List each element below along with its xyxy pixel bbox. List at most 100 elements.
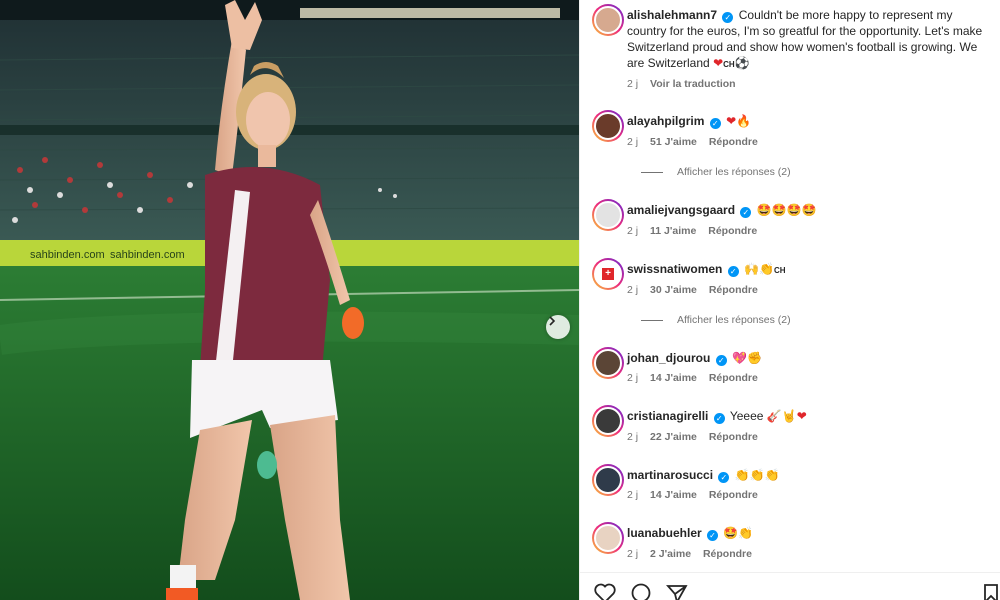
comment-meta: 2 j 22 J'aime Répondre: [627, 431, 767, 443]
reply-button[interactable]: Répondre: [709, 284, 758, 296]
avatar[interactable]: +: [592, 258, 624, 290]
comment-age: 2 j: [627, 372, 639, 384]
comment-body: martinarosucci ✓ 👏👏👏: [627, 467, 780, 483]
comment-age: 2 j: [627, 284, 639, 296]
comment-username[interactable]: swissnatiwomen: [627, 262, 722, 276]
caption-flag: CH: [723, 60, 735, 69]
comment-username[interactable]: amaliejvangsgaard: [627, 203, 735, 217]
verified-badge-icon: ✓: [715, 355, 727, 366]
divider: [641, 319, 663, 321]
like-heart-icon[interactable]: [594, 583, 616, 600]
show-replies-label: Afficher les réponses (2): [677, 314, 791, 326]
avatar[interactable]: [592, 110, 624, 142]
caption-age: 2 j: [627, 78, 639, 90]
heart-red-icon: ❤: [726, 114, 737, 128]
verified-badge-icon: ✓: [722, 12, 734, 23]
heart-red-icon: ❤: [713, 56, 724, 70]
comment-body: swissnatiwomen ✓ 🙌👏CH: [627, 261, 786, 279]
reply-button[interactable]: Répondre: [709, 431, 758, 443]
comment-icon[interactable]: [630, 583, 652, 600]
comment-age: 2 j: [627, 225, 639, 237]
comment-username[interactable]: martinarosucci: [627, 468, 713, 482]
comment-meta: 2 j 51 J'aime Répondre: [627, 136, 767, 148]
comment-age: 2 j: [627, 548, 639, 560]
comment-username[interactable]: johan_djourou: [627, 351, 710, 365]
verified-badge-icon: ✓: [740, 207, 752, 218]
avatar[interactable]: [592, 199, 624, 231]
comment-likes[interactable]: 11 J'aime: [650, 225, 696, 237]
hand-icon: ✊: [746, 351, 762, 365]
comment-body: alayahpilgrim ✓ ❤🔥: [627, 113, 751, 129]
hands-raised-icon: 🙌: [744, 262, 760, 276]
comment-username[interactable]: cristianagirelli: [627, 409, 708, 423]
post-actions: [580, 572, 1000, 600]
share-icon[interactable]: [666, 583, 688, 600]
comment-body: amaliejvangsgaard ✓ 🤩🤩🤩🤩: [627, 202, 817, 218]
clap-icon: 👏: [738, 526, 754, 540]
star-eyes-icon: 🤩: [723, 526, 739, 540]
banner-text: sahbinden.com: [30, 249, 105, 261]
caption-username[interactable]: alishalehmann7: [627, 8, 717, 22]
comment-text: Yeeee: [729, 409, 764, 423]
comment-meta: 2 j 2 J'aime Répondre: [627, 548, 761, 560]
stadium-scene: sahbinden.com sahbinden.com: [0, 0, 579, 600]
reply-button[interactable]: Répondre: [709, 136, 758, 148]
comment-body: johan_djourou ✓ 💖✊: [627, 350, 762, 366]
verified-badge-icon: ✓: [709, 118, 721, 129]
sparkle-heart-icon: 💖: [732, 351, 747, 365]
guitar-icon: 🎸: [766, 409, 782, 423]
bookmark-icon[interactable]: [982, 583, 1000, 600]
post-caption: alishalehmann7 ✓ Couldn't be more happy …: [627, 7, 987, 73]
reply-button[interactable]: Répondre: [703, 548, 752, 560]
swiss-cross-icon: +: [602, 268, 614, 280]
avatar[interactable]: [592, 464, 624, 496]
reply-button[interactable]: Répondre: [709, 372, 758, 384]
comment-age: 2 j: [627, 136, 639, 148]
comment-meta: 2 j 11 J'aime Répondre: [627, 225, 766, 237]
show-replies-button[interactable]: Afficher les réponses (2): [641, 314, 791, 326]
translate-link[interactable]: Voir la traduction: [650, 78, 736, 90]
comment-likes[interactable]: 2 J'aime: [650, 548, 691, 560]
comment-username[interactable]: alayahpilgrim: [627, 114, 704, 128]
comment-body: luanabuehler ✓ 🤩👏: [627, 525, 753, 541]
clap-icon: 👏👏👏: [734, 468, 780, 482]
divider: [641, 171, 663, 173]
comment-likes[interactable]: 14 J'aime: [650, 489, 697, 501]
comment-thread: alishalehmann7 ✓ Couldn't be more happy …: [580, 0, 1000, 572]
star-eyes-icon: 🤩🤩🤩🤩: [756, 203, 817, 217]
fire-icon: 🔥: [736, 114, 752, 128]
comment-meta: 2 j 30 J'aime Répondre: [627, 284, 767, 296]
verified-badge-icon: ✓: [707, 530, 719, 541]
verified-badge-icon: ✓: [718, 472, 730, 483]
comment-meta: 2 j 14 J'aime Répondre: [627, 372, 767, 384]
clap-icon: 👏: [759, 262, 774, 276]
avatar[interactable]: [592, 4, 624, 36]
verified-badge-icon: ✓: [713, 413, 725, 424]
heart-red-icon: ❤: [796, 409, 807, 423]
comments-panel: alishalehmann7 ✓ Couldn't be more happy …: [579, 0, 1000, 600]
avatar[interactable]: [592, 405, 624, 437]
comment-username[interactable]: luanabuehler: [627, 526, 702, 540]
next-photo-button[interactable]: [546, 315, 570, 339]
reply-button[interactable]: Répondre: [708, 225, 757, 237]
comment-age: 2 j: [627, 489, 639, 501]
comment-body: cristianagirelli ✓ Yeeee 🎸🤘❤: [627, 408, 807, 424]
comment-likes[interactable]: 51 J'aime: [650, 136, 697, 148]
soccer-ball-icon: ⚽: [734, 56, 750, 70]
comment-likes[interactable]: 14 J'aime: [650, 372, 697, 384]
avatar[interactable]: [592, 522, 624, 554]
verified-badge-icon: ✓: [727, 266, 739, 277]
post-photo: sahbinden.com sahbinden.com: [0, 0, 579, 600]
reply-button[interactable]: Répondre: [709, 489, 758, 501]
comment-likes[interactable]: 22 J'aime: [650, 431, 697, 443]
show-replies-button[interactable]: Afficher les réponses (2): [641, 166, 791, 178]
comment-likes[interactable]: 30 J'aime: [650, 284, 697, 296]
comment-age: 2 j: [627, 431, 639, 443]
avatar[interactable]: [592, 347, 624, 379]
banner-text: sahbinden.com: [110, 249, 185, 261]
show-replies-label: Afficher les réponses (2): [677, 166, 791, 178]
comment-text: CH: [773, 266, 786, 275]
chevron-right-icon: [549, 316, 556, 326]
comment-meta: 2 j 14 J'aime Répondre: [627, 489, 767, 501]
rock-hand-icon: 🤘: [781, 409, 797, 423]
